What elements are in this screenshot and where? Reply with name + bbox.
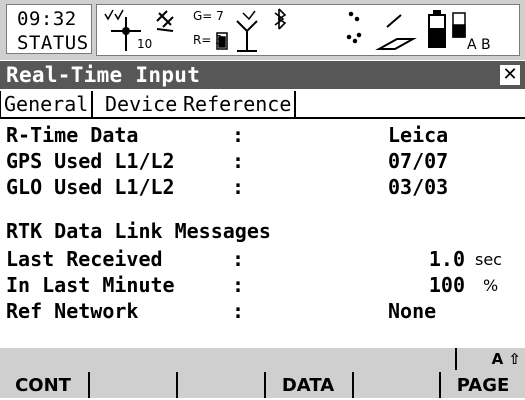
rtk-position-icon xyxy=(236,10,258,52)
battery-icon xyxy=(428,10,446,48)
status-icons-panel: G= 7 R= 3 10 A B xyxy=(96,4,520,56)
ref-network-colon: : xyxy=(232,299,245,323)
glo-used-colon: : xyxy=(232,175,245,199)
ref-network-value: None xyxy=(388,299,437,323)
memory-card-icon xyxy=(452,12,466,38)
last-received-unit: sec xyxy=(475,250,502,269)
rtime-data-row: R-Time Data : Leica xyxy=(0,123,525,151)
pen-icon xyxy=(375,14,417,50)
window-titlebar: Real-Time Input ✕ xyxy=(0,61,525,89)
window-title: Real-Time Input xyxy=(6,63,201,87)
last-received-value: 1.0 xyxy=(428,247,465,271)
status-bar: 09:32 STATUS G= 7 R= 3 10 A B xyxy=(0,0,525,60)
gps-used-colon: : xyxy=(232,149,245,173)
softkey-f4-data[interactable]: DATA xyxy=(264,372,350,398)
bluetooth-icon xyxy=(274,8,287,30)
last-received-label: Last Received xyxy=(6,247,163,271)
section-heading: RTK Data Link Messages xyxy=(6,219,271,243)
in-last-minute-row: In Last Minute : 100 % xyxy=(0,273,525,301)
softkey-f2[interactable] xyxy=(88,372,174,398)
last-received-colon: : xyxy=(232,247,245,271)
rtime-data-colon: : xyxy=(232,123,245,147)
gps-used-value: 07/07 xyxy=(388,149,449,173)
card-labels: A B xyxy=(467,37,491,53)
shift-indicator: A ⇧ xyxy=(455,348,525,370)
in-last-minute-label: In Last Minute xyxy=(6,273,175,297)
gps-used-label: GPS Used L1/L2 xyxy=(6,149,175,173)
tab-device[interactable]: Device xyxy=(102,91,183,117)
line-mode-icon xyxy=(346,11,362,44)
glo-used-label: GLO Used L1/L2 xyxy=(6,175,175,199)
clock-time: 09:32 xyxy=(17,8,77,30)
tab-bar: General Device Reference xyxy=(0,91,525,120)
softkey-f3[interactable] xyxy=(176,372,262,398)
tab-underline xyxy=(0,117,525,119)
rtime-data-label: R-Time Data xyxy=(6,123,139,147)
softkey-f6-page[interactable]: PAGE xyxy=(439,372,525,398)
last-received-row: Last Received : 1.0 sec xyxy=(0,247,525,275)
rtime-data-value: Leica xyxy=(388,123,449,147)
gps-count-label: G= 7 xyxy=(193,9,224,23)
satellite-tracking-icon xyxy=(156,10,174,32)
in-last-minute-value: 100 xyxy=(428,273,465,297)
shift-strip: A ⇧ xyxy=(0,348,525,372)
content-panel: R-Time Data : Leica GPS Used L1/L2 : 07/… xyxy=(0,121,525,341)
status-mode: STATUS xyxy=(17,32,89,54)
gps-used-row: GPS Used L1/L2 : 07/07 xyxy=(0,149,525,177)
clock-panel: 09:32 STATUS xyxy=(6,4,92,54)
total-sats-label: 10 xyxy=(137,37,153,51)
in-last-minute-colon: : xyxy=(232,273,245,297)
softkey-bar: CONT DATA PAGE xyxy=(0,372,525,398)
in-last-minute-unit: % xyxy=(483,276,499,295)
glo-used-value: 03/03 xyxy=(388,175,449,199)
position-crosshair-icon xyxy=(104,9,141,51)
ref-network-row: Ref Network : None xyxy=(0,299,525,327)
tab-reference[interactable]: Reference xyxy=(180,91,297,117)
glo-count-label: R= 3 xyxy=(193,33,223,47)
ref-network-label: Ref Network xyxy=(6,299,139,323)
tab-general[interactable]: General xyxy=(0,91,94,120)
glo-used-row: GLO Used L1/L2 : 03/03 xyxy=(0,175,525,203)
close-button[interactable]: ✕ xyxy=(500,65,520,85)
softkey-f1-cont[interactable]: CONT xyxy=(0,372,86,398)
softkey-f5[interactable] xyxy=(352,372,438,398)
